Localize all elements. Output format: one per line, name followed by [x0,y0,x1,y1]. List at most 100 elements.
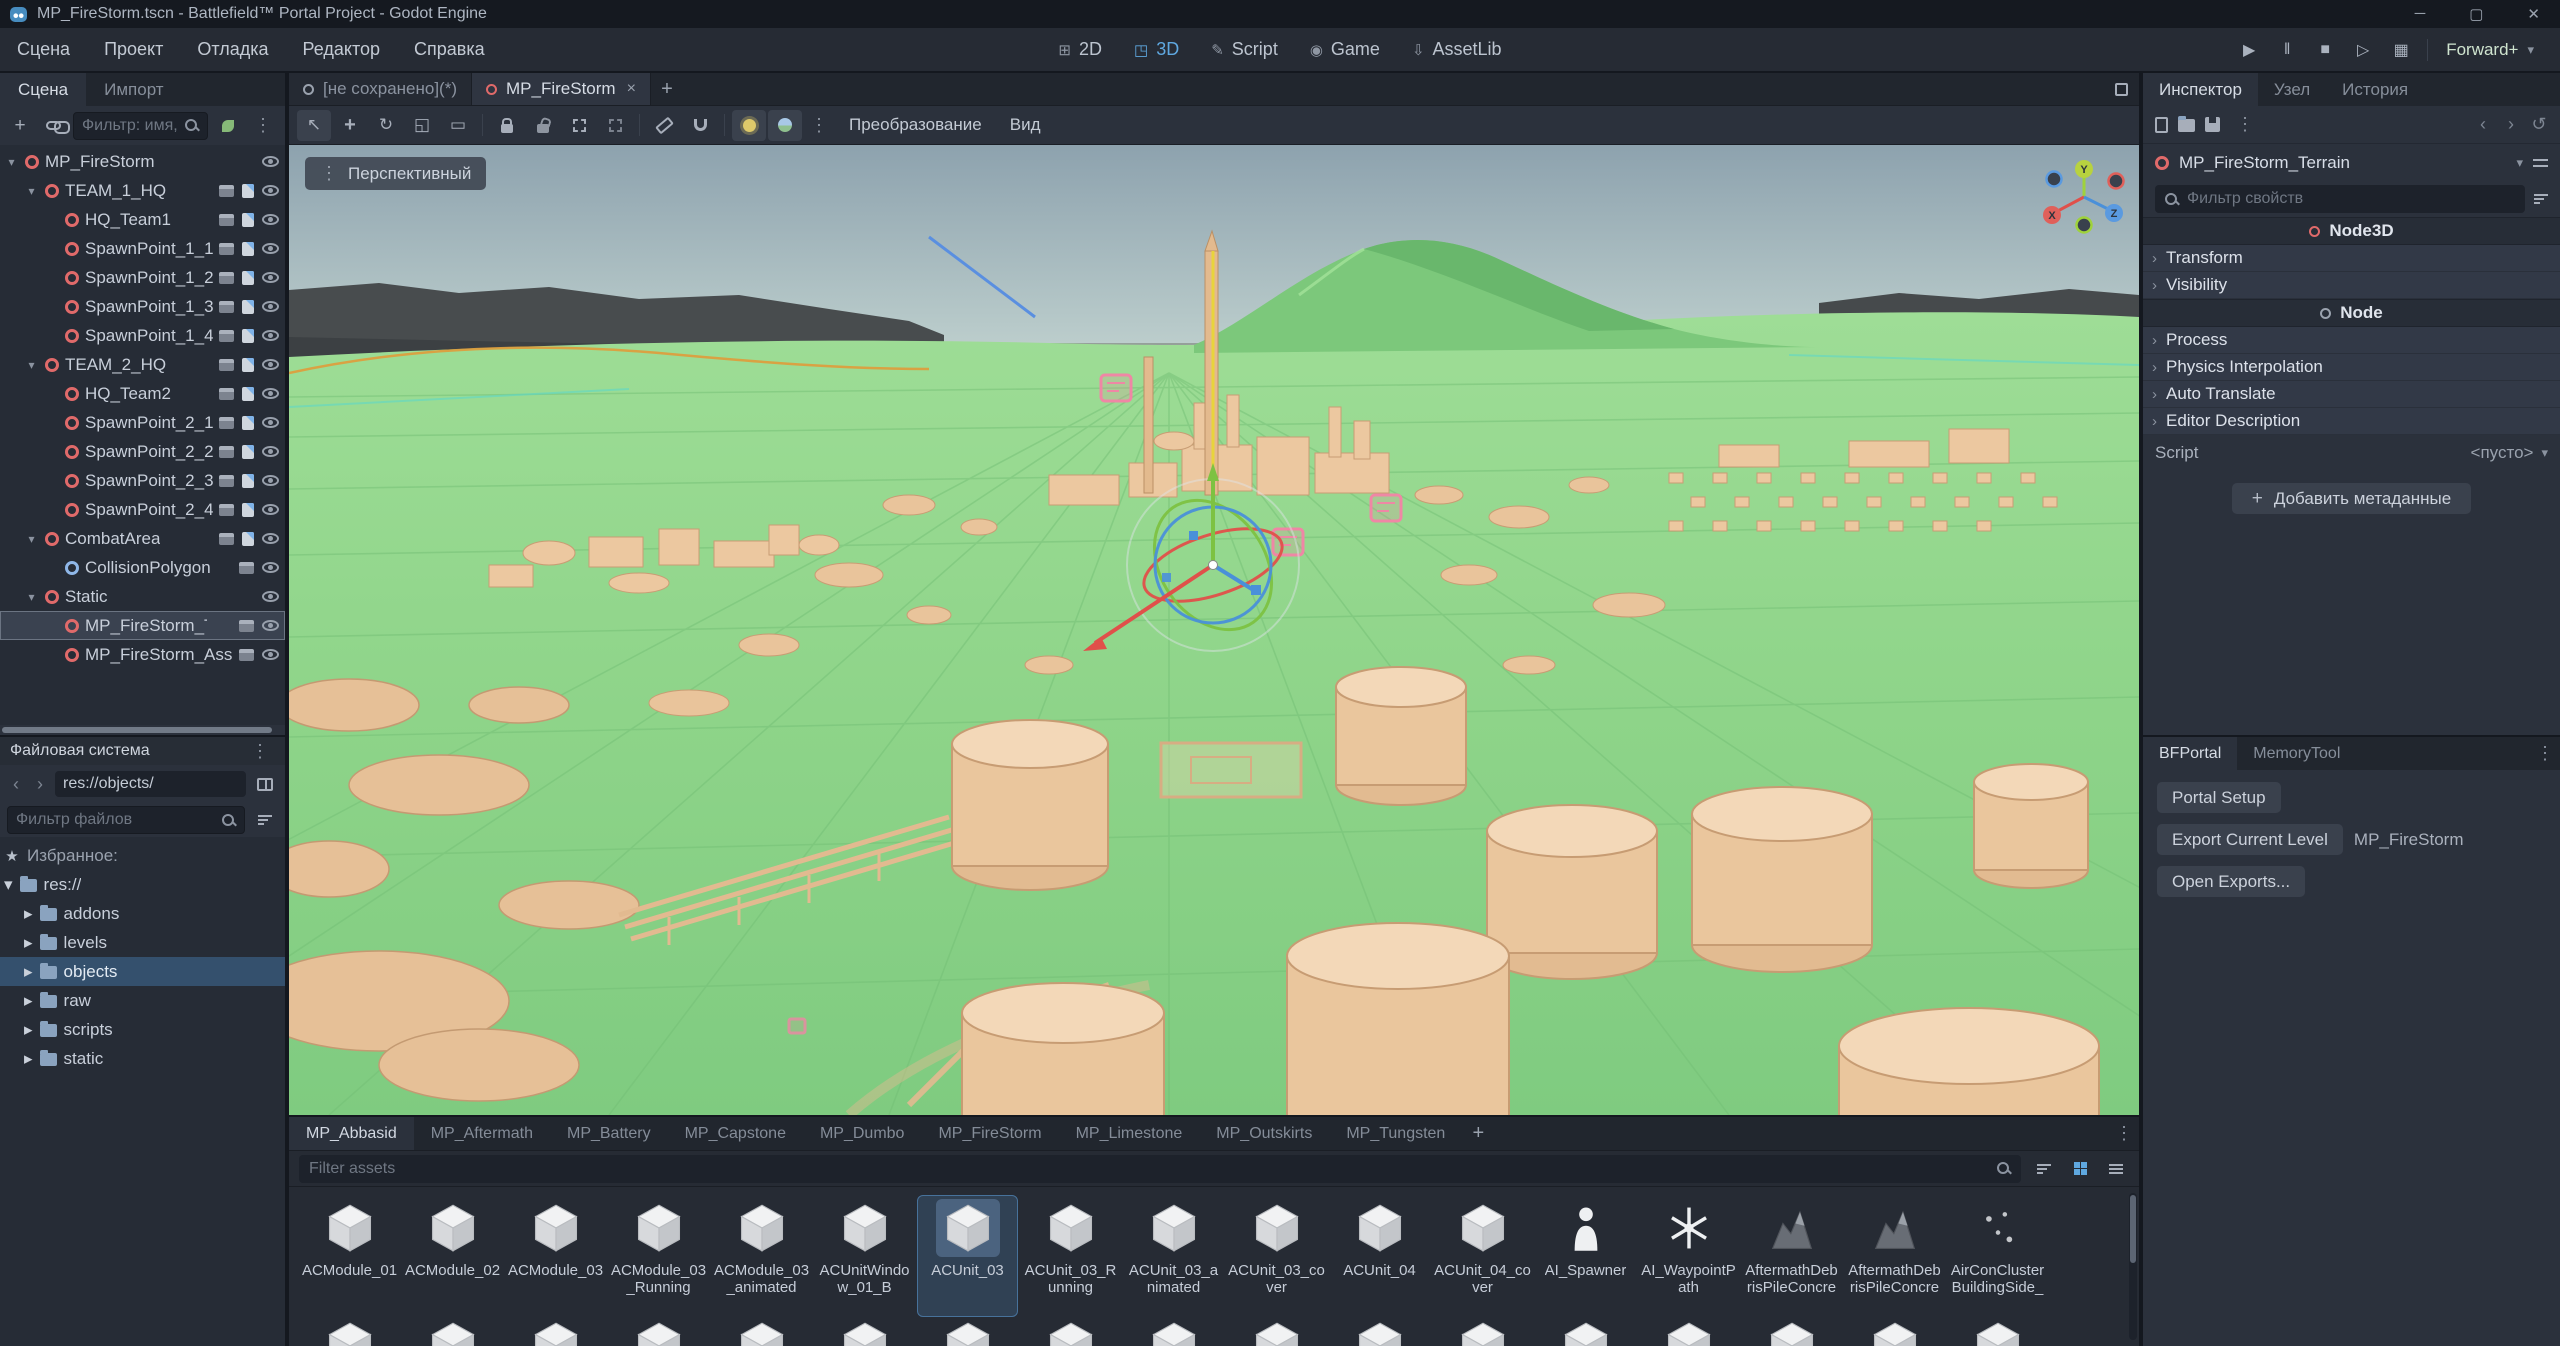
visibility-eye-icon[interactable] [262,330,279,341]
visibility-eye-icon[interactable] [262,475,279,486]
tree-row[interactable]: SpawnPoint_1_1 [0,234,285,263]
asset-filter-input[interactable] [309,1160,1988,1178]
tree-row[interactable]: CollisionPolygon [0,553,285,582]
asset-sort-button[interactable] [2031,1155,2057,1183]
asset-tab-capstone[interactable]: MP_Capstone [668,1117,803,1150]
horizontal-scrollbar[interactable] [0,725,285,735]
menu-scene[interactable]: Сцена [0,28,87,71]
tree-row[interactable]: SpawnPoint_1_4 [0,321,285,350]
asset-tab-firestorm[interactable]: MP_FireStorm [921,1117,1058,1150]
visibility-eye-icon[interactable] [262,591,279,602]
groups-icon[interactable] [219,475,234,487]
rotate-tool-button[interactable]: ↻ [369,110,403,141]
visibility-eye-icon[interactable] [262,359,279,370]
chevron-down-icon[interactable]: ▾ [2516,155,2523,171]
script-icon[interactable] [242,532,254,546]
asset-item[interactable]: ACModule_01 [299,1195,400,1317]
movie-mode-button[interactable]: ▦ [2383,34,2419,65]
open-exports-button[interactable]: Open Exports... [2157,866,2305,897]
history-forward-icon[interactable]: › [2502,114,2520,135]
groups-icon[interactable] [239,620,254,632]
history-back-icon[interactable]: ‹ [2474,114,2492,135]
tree-row[interactable]: MP_FireStorm_Assets [0,640,285,669]
script-icon[interactable] [242,184,254,198]
asset-item[interactable]: AI_Spawner [1535,1195,1636,1317]
mode-script[interactable]: ✎Script [1198,28,1291,71]
folder-row[interactable]: ▸scripts [0,1015,285,1044]
add-metadata-button[interactable]: + Добавить метаданные [2232,483,2471,514]
groups-icon[interactable] [239,562,254,574]
script-icon[interactable] [242,358,254,372]
current-path[interactable] [55,771,246,797]
visibility-eye-icon[interactable] [262,388,279,399]
tab-history[interactable]: История [2326,73,2424,106]
tree-row[interactable]: ▾CombatArea [0,524,285,553]
group-node-button[interactable] [562,110,596,141]
scrollbar-thumb[interactable] [2,727,272,733]
history-list-icon[interactable]: ↺ [2530,114,2548,135]
asset-item[interactable]: AftermathDebrisPileConcret... [1741,1195,1842,1317]
category-auto-translate[interactable]: ›Auto Translate [2143,381,2560,408]
asset-tabs-menu-icon[interactable]: ⋮ [2109,1123,2139,1144]
asset-tab-abbasid[interactable]: MP_Abbasid [289,1117,414,1150]
visibility-eye-icon[interactable] [262,243,279,254]
3d-viewport[interactable]: Y X Z ⋮ Перспективный [289,145,2139,1115]
asset-tab-dumbo[interactable]: MP_Dumbo [803,1117,921,1150]
asset-tab-battery[interactable]: MP_Battery [550,1117,668,1150]
maximize-button[interactable]: ▢ [2469,5,2483,23]
collapse-arrow-icon[interactable]: ▸ [24,1020,33,1040]
folder-row-selected[interactable]: ▸objects [0,957,285,986]
stop-button[interactable]: ■ [2307,34,2343,65]
visibility-eye-icon[interactable] [262,649,279,660]
minimize-button[interactable]: ─ [2415,5,2426,23]
tree-row[interactable]: ▾Static [0,582,285,611]
asset-tab-tungsten[interactable]: MP_Tungsten [1329,1117,1462,1150]
asset-item[interactable]: ACModule_03 [505,1195,606,1317]
script-icon[interactable] [242,503,254,517]
property-filter-input[interactable] [2187,190,2516,208]
tab-inspector[interactable]: Инспектор [2143,73,2258,106]
script-icon[interactable] [242,213,254,227]
visibility-eye-icon[interactable] [262,446,279,457]
asset-item[interactable]: ACModule_02 [402,1195,503,1317]
collapse-arrow-icon[interactable]: ▾ [24,184,39,198]
collapse-arrow-icon[interactable]: ▸ [24,1049,33,1069]
script-icon[interactable] [242,242,254,256]
resource-menu-icon[interactable]: ⋮ [2230,114,2260,135]
portal-setup-button[interactable]: Portal Setup [2157,782,2281,813]
menu-editor[interactable]: Редактор [286,28,397,71]
tree-row[interactable]: SpawnPoint_2_1 [0,408,285,437]
asset-item[interactable]: AI_WaypointPath [1638,1195,1739,1317]
property-filter-field[interactable] [2155,185,2525,213]
close-button[interactable]: ✕ [2527,5,2540,23]
folder-row[interactable]: ▸raw [0,986,285,1015]
tab-import[interactable]: Импорт [86,73,181,106]
collapse-arrow-icon[interactable]: ▾ [24,358,39,372]
split-view-button[interactable] [252,770,278,798]
view-menu[interactable]: Вид [997,110,1054,141]
load-resource-icon[interactable] [2178,119,2195,132]
new-scene-tab-button[interactable]: + [651,73,683,105]
groups-icon[interactable] [219,185,234,197]
scale-tool-button[interactable]: ◱ [405,110,439,141]
select-tool-button[interactable]: ↖ [297,110,331,141]
tab-bfportal[interactable]: BFPortal [2143,737,2237,770]
groups-icon[interactable] [239,649,254,661]
asset-tab-aftermath[interactable]: MP_Aftermath [414,1117,550,1150]
close-tab-icon[interactable]: × [627,80,636,98]
new-resource-icon[interactable] [2155,117,2168,133]
tree-row[interactable]: SpawnPoint_1_2 [0,263,285,292]
asset-filter-field[interactable] [299,1155,2021,1183]
asset-item[interactable]: ACUnit_04 [1329,1195,1430,1317]
visibility-eye-icon[interactable] [262,156,279,167]
tab-memorytool[interactable]: MemoryTool [2237,737,2356,770]
export-current-level-button[interactable]: Export Current Level [2157,824,2343,855]
perspective-menu-button[interactable]: ⋮ Перспективный [305,157,486,190]
collapse-arrow-icon[interactable]: ▾ [4,155,19,169]
menu-help[interactable]: Справка [397,28,502,71]
script-icon[interactable] [242,474,254,488]
preview-sun-button[interactable] [732,110,766,141]
script-icon[interactable] [242,300,254,314]
groups-icon[interactable] [219,330,234,342]
scrollbar-thumb[interactable] [2130,1195,2136,1263]
